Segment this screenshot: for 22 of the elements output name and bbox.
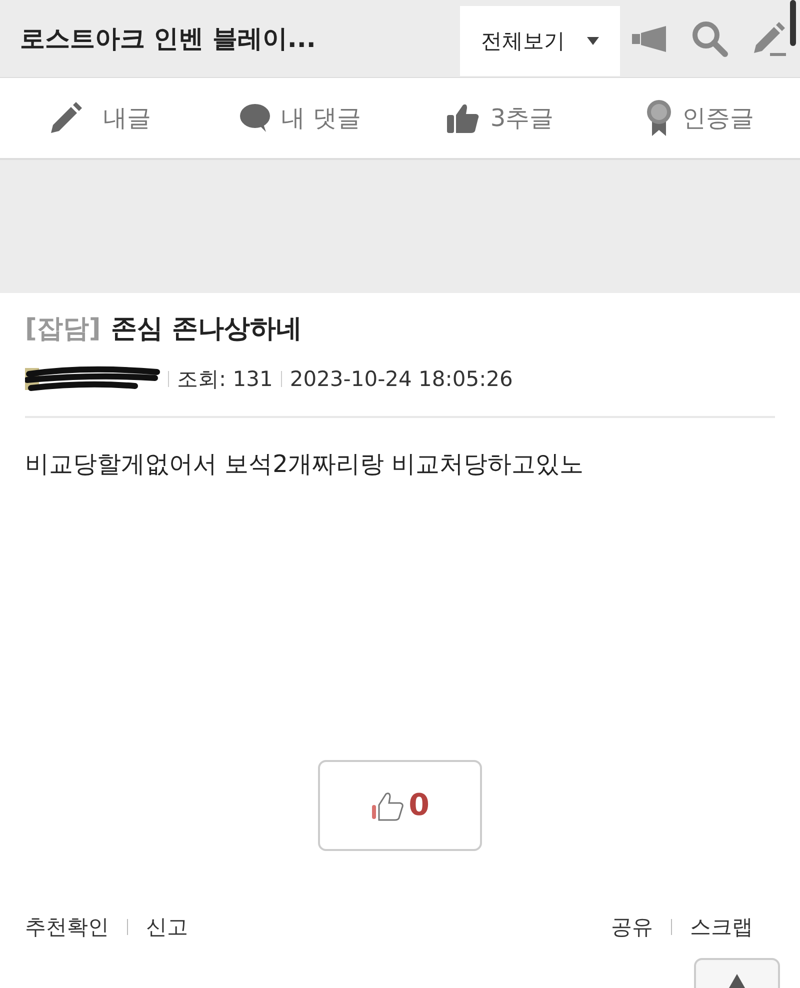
board-title: 로스트아크 인벤 블레이... [19,23,317,55]
scrollbar-thumb [790,0,796,46]
thumbs-up-icon [446,102,480,134]
nav-tab[interactable]: 3추글 [400,78,600,158]
caret-icon [587,37,599,45]
filter-dropdown[interactable]: 전체보기 [460,6,620,76]
view-count: 조회: 131 [177,366,273,393]
nav-tab[interactable]: 내 댓글 [200,78,400,158]
like-button[interactable]: 0 [318,760,482,851]
post-date: 2023-10-24 18:05:26 [290,367,513,391]
up-arrow-icon [729,974,745,988]
post-body: 비교당할게없어서 보석2개짜리랑 비교처당하고있노 [25,449,585,480]
share-link[interactable]: 공유 [611,913,653,941]
recommend-check-link[interactable]: 추천확인 [25,913,109,941]
scrap-link[interactable]: 스크랩 [690,913,753,941]
post-category: [잡담] [25,313,101,346]
ribbon-badge-icon [646,99,672,137]
nav-tab[interactable]: 내글 [0,78,200,158]
nav-tab[interactable]: 인증글 [600,78,800,158]
speech-bubble-icon [239,103,272,133]
report-link[interactable]: 신고 [146,913,188,941]
post-title: 존심 존나상하네 [110,313,302,346]
